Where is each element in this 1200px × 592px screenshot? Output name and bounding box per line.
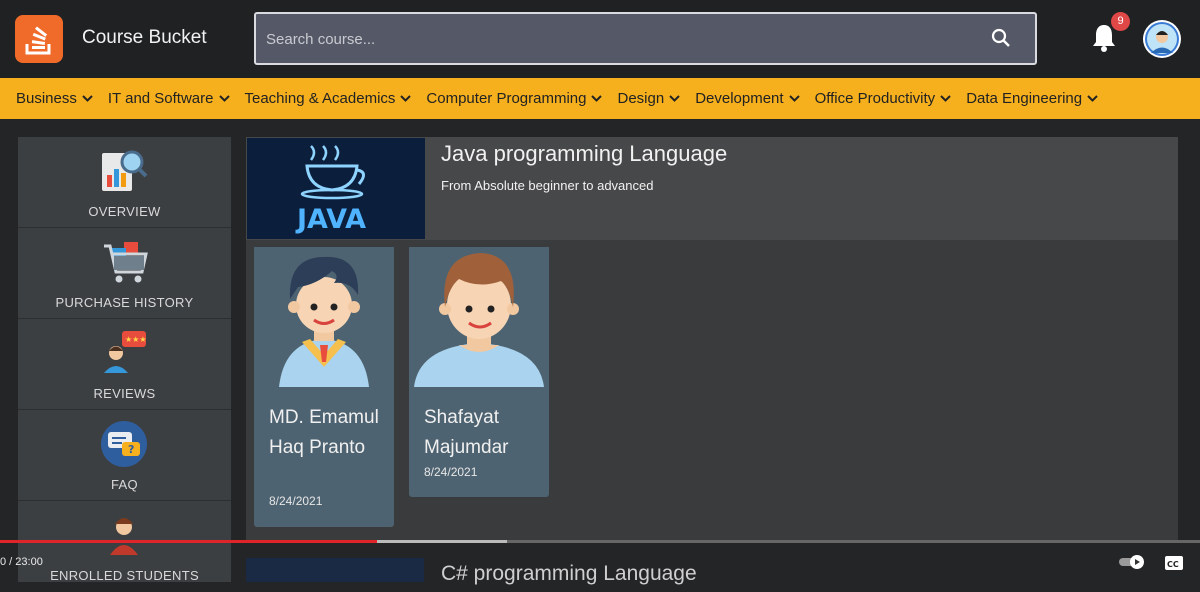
- brand-name[interactable]: Course Bucket: [82, 27, 207, 49]
- svg-text:★★★: ★★★: [125, 335, 147, 344]
- sidebar-item-purchase-history[interactable]: PURCHASE HISTORY: [18, 228, 231, 319]
- student-card[interactable]: MD. Emamul Haq Pranto 8/24/2021: [254, 247, 394, 527]
- notification-count-badge: 9: [1111, 12, 1130, 31]
- chevron-down-icon: [218, 95, 230, 102]
- thumbnail-title: JAVA: [295, 204, 366, 235]
- video-progress-played: [0, 540, 377, 543]
- category-office-productivity[interactable]: Office Productivity: [815, 90, 952, 107]
- chevron-down-icon: [591, 95, 603, 102]
- student-name: MD. Emamul Haq Pranto: [269, 407, 379, 458]
- category-business[interactable]: Business: [16, 90, 93, 107]
- video-time: 0 / 23:00: [0, 556, 43, 568]
- course-title[interactable]: Java programming Language: [441, 141, 727, 167]
- svg-text:CC: CC: [1167, 560, 1179, 569]
- enrolled-date: 8/24/2021: [424, 465, 478, 479]
- sidebar-item-reviews[interactable]: ★★★ REVIEWS: [18, 319, 231, 410]
- captions-icon[interactable]: CC: [1164, 555, 1184, 576]
- course-header: JAVA Java programming Language From Abso…: [246, 137, 1178, 240]
- next-course-title[interactable]: C# programming Language: [441, 562, 697, 586]
- faq-icon: ?: [101, 421, 147, 467]
- user-avatar[interactable]: [1143, 20, 1181, 58]
- chevron-down-icon: [82, 95, 93, 102]
- category-design[interactable]: Design: [617, 90, 680, 107]
- chevron-down-icon: [400, 95, 412, 102]
- reviews-icon: ★★★: [104, 331, 147, 373]
- course-thumbnail[interactable]: JAVA: [247, 138, 425, 239]
- student-card[interactable]: Shafayat Majumdar 8/24/2021: [409, 247, 549, 497]
- category-teaching-academics[interactable]: Teaching & Academics: [245, 90, 412, 107]
- course-subtitle: From Absolute beginner to advanced: [441, 178, 654, 193]
- analytics-icon: [102, 150, 148, 191]
- search-icon[interactable]: [991, 28, 1011, 53]
- stack-logo-icon[interactable]: [15, 15, 63, 63]
- student-avatar: [409, 247, 549, 387]
- category-it-software[interactable]: IT and Software: [108, 90, 230, 107]
- sidebar-item-faq[interactable]: ? FAQ: [18, 410, 231, 501]
- category-computer-programming[interactable]: Computer Programming: [426, 90, 603, 107]
- category-data-engineering[interactable]: Data Engineering: [966, 90, 1098, 107]
- category-bar: Business IT and Software Teaching & Acad…: [0, 78, 1200, 119]
- search-box: [254, 12, 1037, 65]
- student-name: Shafayat Majumdar: [424, 407, 509, 458]
- chevron-down-icon: [788, 95, 800, 102]
- dashboard-sidebar: OVERVIEW PURCHASE HISTORY ★★★ REVIEWS ? …: [18, 137, 231, 583]
- top-bar: Course Bucket 9: [0, 0, 1200, 78]
- student-avatar: [254, 247, 394, 387]
- category-development[interactable]: Development: [695, 90, 800, 107]
- enrolled-date: 8/24/2021: [269, 494, 323, 508]
- svg-text:?: ?: [128, 443, 134, 456]
- sidebar-item-enrolled-students[interactable]: ENROLLED STUDENTS: [18, 501, 231, 592]
- shopping-cart-icon: [104, 242, 148, 283]
- video-buffer-bar: [377, 540, 507, 543]
- search-input[interactable]: [266, 26, 966, 52]
- sidebar-item-overview[interactable]: OVERVIEW: [18, 137, 231, 228]
- chevron-down-icon: [669, 95, 680, 102]
- chevron-down-icon: [940, 95, 951, 102]
- autoplay-toggle-icon[interactable]: [1118, 554, 1146, 575]
- chevron-down-icon: [1087, 95, 1098, 102]
- student-icon: [110, 518, 138, 555]
- course-panel: JAVA Java programming Language From Abso…: [246, 137, 1178, 541]
- next-course-thumbnail[interactable]: [246, 558, 424, 582]
